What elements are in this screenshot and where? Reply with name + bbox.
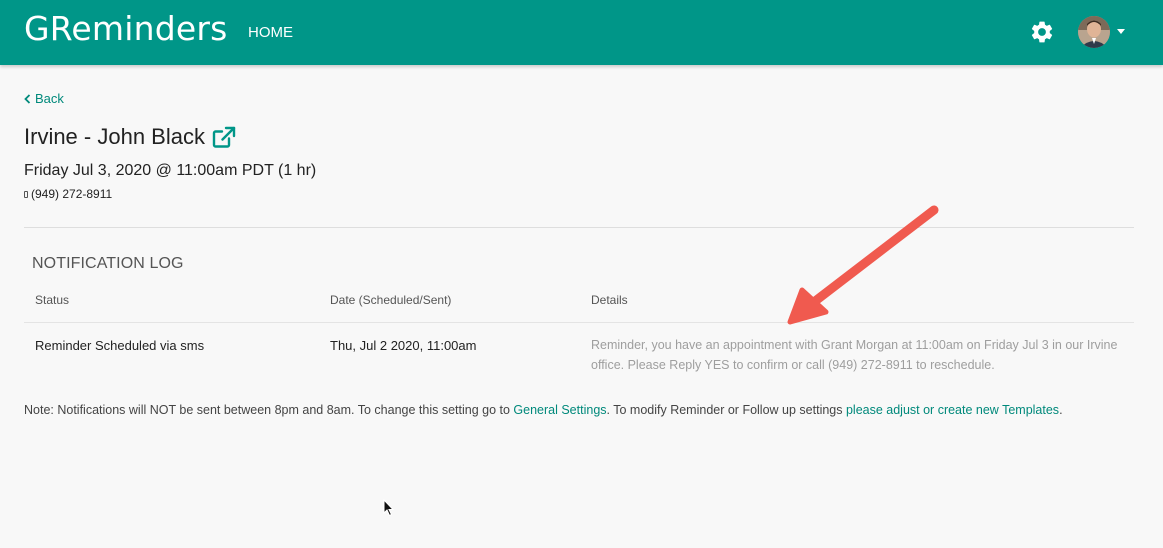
templates-link[interactable]: please adjust or create new Templates — [846, 403, 1059, 417]
avatar-portrait-icon — [1078, 16, 1110, 48]
external-link-icon[interactable] — [212, 126, 236, 148]
mobile-phone-icon — [24, 190, 28, 198]
event-datetime: Friday Jul 3, 2020 @ 11:00am PDT (1 hr) — [24, 162, 317, 179]
column-header-details: Details — [591, 293, 628, 307]
event-phone: (949) 272-8911 — [24, 187, 112, 201]
mouse-cursor-icon — [383, 499, 395, 517]
row-date: Thu, Jul 2 2020, 11:00am — [330, 338, 477, 353]
top-navbar: GReminders HOME — [0, 0, 1163, 65]
page-title: Irvine - John Black — [24, 124, 236, 150]
annotation-arrow-icon — [787, 205, 939, 325]
nav-home-link[interactable]: HOME — [248, 24, 293, 41]
note-suffix: . — [1059, 403, 1063, 417]
note-middle: . To modify Reminder or Follow up settin… — [606, 403, 846, 417]
section-divider — [24, 227, 1134, 228]
brand-logo[interactable]: GReminders — [24, 9, 228, 48]
row-status: Reminder Scheduled via sms — [35, 338, 205, 353]
user-menu-caret-icon[interactable] — [1117, 29, 1125, 34]
back-label: Back — [35, 91, 64, 106]
table-row-divider — [24, 322, 1134, 323]
note-prefix: Note: Notifications will NOT be sent bet… — [24, 403, 514, 417]
general-settings-link[interactable]: General Settings — [513, 403, 606, 417]
row-details: Reminder, you have an appointment with G… — [591, 338, 1118, 372]
gear-icon[interactable] — [1029, 19, 1055, 45]
user-avatar[interactable] — [1078, 16, 1110, 48]
back-link[interactable]: Back — [24, 91, 64, 106]
event-title-text: Irvine - John Black — [24, 124, 205, 149]
column-header-date: Date (Scheduled/Sent) — [330, 293, 452, 307]
column-header-status: Status — [35, 293, 70, 307]
phone-number: (949) 272-8911 — [31, 187, 113, 201]
chevron-left-icon — [24, 93, 31, 104]
notification-log-heading: NOTIFICATION LOG — [32, 255, 184, 272]
settings-note: Note: Notifications will NOT be sent bet… — [24, 403, 1063, 417]
